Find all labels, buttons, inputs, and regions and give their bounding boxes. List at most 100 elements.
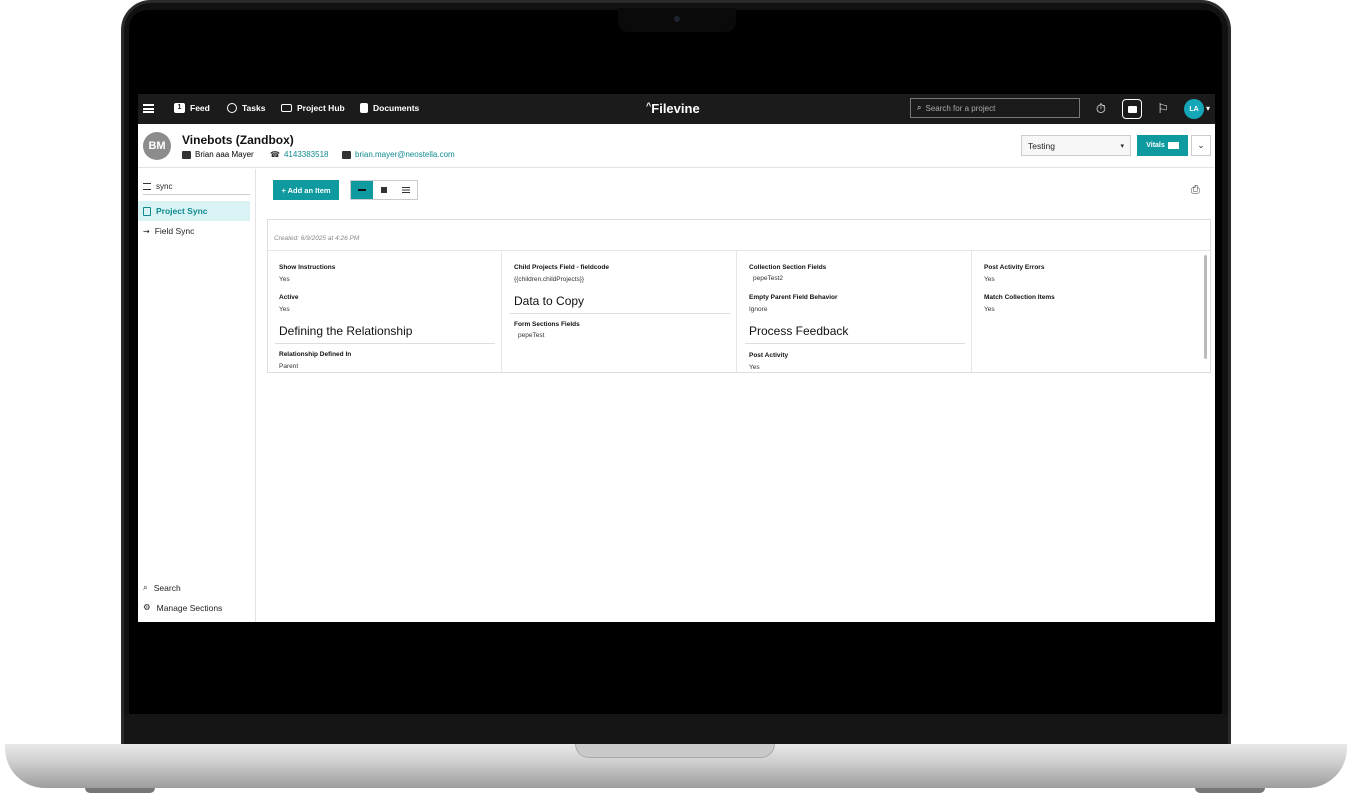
mail-icon [342,150,351,159]
chat-icon[interactable] [1122,99,1142,119]
field-label: Relationship Defined In [279,351,352,358]
view-list-button[interactable] [395,181,417,199]
project-search[interactable]: ⌕ [910,98,1080,118]
section-heading: Defining the Relationship [279,324,413,338]
divider [510,313,730,314]
add-item-button[interactable]: + Add an Item [273,180,339,200]
nav-feed[interactable]: 1 Feed [174,103,210,113]
search-icon: ⌕ [143,582,148,592]
vitals-label: Vitals [1146,142,1165,149]
section-heading: Data to Copy [514,294,585,308]
user-avatar[interactable]: LA [1184,99,1204,119]
field-value[interactable]: Yes [749,364,760,371]
header-expand-button[interactable]: ⌄ [1191,135,1211,156]
filevine-logo[interactable]: ^Filevine [646,101,700,116]
notification-icon[interactable]: ⚐ [1153,99,1173,119]
printer-icon[interactable]: ⎙ [1191,184,1200,197]
card-scrollbar[interactable] [1204,255,1207,359]
client-contact[interactable]: Brian aaa Mayer [182,150,254,159]
feed-badge-icon: 1 [174,103,185,113]
filter-icon [143,183,151,190]
phone-icon: ☎ [270,150,280,159]
nav-label: Feed [190,103,210,113]
document-icon [360,103,368,113]
vitals-button[interactable]: Vitals [1137,135,1188,156]
project-avatar: BM [143,132,171,160]
caret-down-icon: ▾ [1120,142,1124,150]
menu-icon[interactable] [143,104,154,113]
field-label: Match Collection Items [984,294,1055,301]
field-column: Collection Section Fields pepeTest2 Empt… [737,251,972,372]
field-label: Form Sections Fields [514,321,580,328]
top-nav-bar: 1 Feed Tasks Project Hub Documents ^File… [138,94,1215,124]
project-sync-item: Created: 6/9/2025 at 4:26 PM Show Instru… [267,219,1211,373]
sidebar-search-label: Search [153,582,181,593]
nav-label: Project Hub [297,103,345,113]
laptop-foot [85,788,155,793]
sidebar-item-label: Project Sync [156,206,208,216]
copy-icon [143,206,151,216]
manage-sections-label: Manage Sections [156,602,223,613]
sidebar-manage-sections[interactable]: ⚙ Manage Sections [143,602,222,613]
field-value[interactable]: Parent [279,363,298,370]
laptop-mockup: 1 Feed Tasks Project Hub Documents ^File… [0,0,1351,796]
phone-link[interactable]: ☎ 4143383518 [270,150,328,159]
nav-tasks[interactable]: Tasks [227,103,265,113]
grid-view-icon [381,187,387,193]
contact-icon [182,150,191,159]
view-toggle [350,180,418,200]
item-fields: Show Instructions Yes Active Yes Definin… [268,250,1210,372]
email-link[interactable]: brian.mayer@neostella.com [342,150,455,159]
nav-label: Tasks [242,103,266,113]
field-label: Collection Section Fields [749,264,827,271]
phase-dropdown[interactable]: Testing ▾ [1021,135,1131,156]
single-view-icon [358,189,366,191]
field-value[interactable]: pepeTest [518,332,544,339]
camera-icon [674,16,680,22]
section-heading: Process Feedback [749,324,849,338]
section-sidebar: sync Project Sync ⇝ Field Sync ⌕ Search … [138,169,256,622]
field-value[interactable]: Yes [279,306,290,313]
nav-documents[interactable]: Documents [360,103,419,113]
field-label: Child Projects Field - fieldcode [514,264,609,271]
hub-icon [281,104,292,112]
field-value[interactable]: Yes [984,276,995,283]
client-name: Brian aaa Mayer [195,150,254,159]
field-label: Post Activity Errors [984,264,1045,271]
base-groove [575,744,775,758]
field-label: Post Activity [749,352,789,359]
vitals-icon [1167,142,1179,149]
chevron-down-icon: ⌄ [1197,140,1205,150]
list-view-icon [402,187,410,193]
phone-number: 4143383518 [283,150,329,159]
field-value[interactable]: Ignore [749,306,767,313]
field-value[interactable]: Yes [984,306,995,313]
laptop-chin [124,714,1228,745]
nav-project-hub[interactable]: Project Hub [281,103,345,113]
phase-value: Testing [1028,140,1055,151]
logo-text: Filevine [651,101,700,116]
search-icon: ⌕ [917,103,922,112]
view-single-button[interactable] [351,181,373,199]
filter-text: sync [156,182,173,191]
sidebar-item-label: Field Sync [154,226,195,236]
field-label: Show Instructions [279,264,336,271]
field-value[interactable]: Yes [279,276,290,283]
field-value[interactable]: pepeTest2 [753,275,783,282]
timer-icon[interactable]: ⏱ [1091,99,1111,119]
divider [275,343,495,344]
chevron-down-icon[interactable]: ▾ [1206,104,1210,113]
app-screen: 1 Feed Tasks Project Hub Documents ^File… [138,94,1215,622]
view-grid-button[interactable] [373,181,395,199]
section-filter[interactable]: sync [143,179,250,195]
field-column: Child Projects Field - fieldcode {{child… [502,251,737,372]
search-input[interactable] [925,103,1066,113]
created-timestamp: Created: 6/9/2025 at 4:26 PM [274,235,360,242]
field-column: Show Instructions Yes Active Yes Definin… [268,251,502,372]
project-title: Vinebots (Zandbox) [182,133,294,147]
sidebar-item-project-sync[interactable]: Project Sync [138,201,250,221]
sidebar-item-field-sync[interactable]: ⇝ Field Sync [138,221,250,241]
field-value[interactable]: {{children.childProjects}} [514,276,584,283]
sidebar-search[interactable]: ⌕ Search [143,582,181,593]
divider [745,343,965,344]
